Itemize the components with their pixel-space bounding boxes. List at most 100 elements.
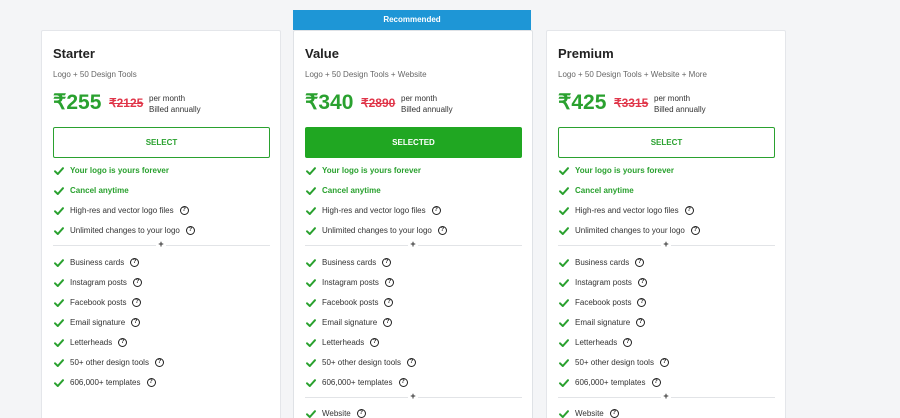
plus-icon: + xyxy=(408,239,418,249)
help-icon[interactable]: ? xyxy=(179,205,189,215)
plan-card-starter: Starter Logo + 50 Design Tools ₹255 ₹2125… xyxy=(41,30,281,418)
tool-item: 50+ other design tools ? xyxy=(305,355,416,369)
tool-label: 50+ other design tools xyxy=(70,357,149,367)
help-icon[interactable]: ? xyxy=(131,317,141,327)
check-icon xyxy=(53,164,65,176)
check-icon xyxy=(53,224,65,236)
help-icon[interactable]: ? xyxy=(406,357,416,367)
plan-subtitle: Logo + 50 Design Tools + Website xyxy=(305,70,427,79)
check-icon xyxy=(558,336,570,348)
tool-label: Letterheads xyxy=(575,337,618,347)
tool-item: Letterheads ? xyxy=(53,335,128,349)
help-icon[interactable]: ? xyxy=(384,297,394,307)
tool-item: Instagram posts ? xyxy=(305,275,394,289)
check-icon xyxy=(558,276,570,288)
check-icon xyxy=(558,407,570,418)
check-icon xyxy=(305,356,317,368)
plus-icon: + xyxy=(661,391,671,401)
help-icon[interactable]: ? xyxy=(185,225,195,235)
tool-item: Instagram posts ? xyxy=(53,275,142,289)
check-icon xyxy=(558,356,570,368)
tool-label: Instagram posts xyxy=(322,277,379,287)
tool-item: 606,000+ templates ? xyxy=(53,375,156,389)
check-icon xyxy=(305,164,317,176)
extra-item: Website ? xyxy=(305,406,366,418)
feature-item: Your logo is yours forever xyxy=(53,163,169,177)
help-icon[interactable]: ? xyxy=(684,205,694,215)
help-icon[interactable]: ? xyxy=(637,277,647,287)
help-icon[interactable]: ? xyxy=(384,277,394,287)
feature-item: Cancel anytime xyxy=(53,183,129,197)
help-icon[interactable]: ? xyxy=(637,297,647,307)
help-icon[interactable]: ? xyxy=(130,257,140,267)
tool-item: Business cards ? xyxy=(305,255,392,269)
help-icon[interactable]: ? xyxy=(623,337,633,347)
help-icon[interactable]: ? xyxy=(636,317,646,327)
check-icon xyxy=(558,224,570,236)
extra-label: Website xyxy=(575,408,604,418)
feature-label: Cancel anytime xyxy=(322,185,381,195)
check-icon xyxy=(53,204,65,216)
tool-label: Email signature xyxy=(575,317,631,327)
billed-annually-label: Billed annually xyxy=(654,105,706,114)
help-icon[interactable]: ? xyxy=(132,277,142,287)
per-month-label: per month xyxy=(401,94,438,103)
check-icon xyxy=(558,316,570,328)
help-icon[interactable]: ? xyxy=(659,357,669,367)
help-icon[interactable]: ? xyxy=(118,337,128,347)
check-icon xyxy=(305,204,317,216)
help-icon[interactable]: ? xyxy=(132,297,142,307)
feature-label: Cancel anytime xyxy=(70,185,129,195)
help-icon[interactable]: ? xyxy=(431,205,441,215)
help-icon[interactable]: ? xyxy=(437,225,447,235)
tool-label: Facebook posts xyxy=(575,297,632,307)
select-button[interactable]: SELECT xyxy=(558,127,775,158)
check-icon xyxy=(558,204,570,216)
price-row: ₹425 ₹3315 per month Billed annually xyxy=(558,91,788,115)
feature-item: High-res and vector logo files ? xyxy=(305,203,441,217)
feature-label: Unlimited changes to your logo xyxy=(70,225,180,235)
plus-icon: + xyxy=(408,391,418,401)
current-price: ₹340 xyxy=(305,91,354,114)
extra-label: Website xyxy=(322,408,351,418)
feature-label: Your logo is yours forever xyxy=(575,165,674,175)
plus-icon: + xyxy=(156,239,166,249)
selected-button[interactable]: SELECTED xyxy=(305,127,522,158)
check-icon xyxy=(558,256,570,268)
tool-item: Business cards ? xyxy=(558,255,645,269)
help-icon[interactable]: ? xyxy=(146,377,156,387)
feature-item: Unlimited changes to your logo ? xyxy=(305,223,447,237)
tool-label: 606,000+ templates xyxy=(70,377,141,387)
tool-label: Letterheads xyxy=(322,337,365,347)
feature-item: High-res and vector logo files ? xyxy=(558,203,694,217)
plan-card-value: Value Logo + 50 Design Tools + Website ₹3… xyxy=(293,30,533,418)
per-month-label: per month xyxy=(654,94,691,103)
help-icon[interactable]: ? xyxy=(370,337,380,347)
help-icon[interactable]: ? xyxy=(635,257,645,267)
tool-label: Letterheads xyxy=(70,337,113,347)
tool-label: Email signature xyxy=(322,317,378,327)
select-button[interactable]: SELECT xyxy=(53,127,270,158)
tool-label: Business cards xyxy=(70,257,125,267)
check-icon xyxy=(305,256,317,268)
tool-item: 50+ other design tools ? xyxy=(53,355,164,369)
help-icon[interactable]: ? xyxy=(609,408,619,418)
help-icon[interactable]: ? xyxy=(398,377,408,387)
check-icon xyxy=(305,296,317,308)
help-icon[interactable]: ? xyxy=(651,377,661,387)
help-icon[interactable]: ? xyxy=(356,408,366,418)
recommended-ribbon: Recommended xyxy=(293,10,531,30)
check-icon xyxy=(305,316,317,328)
tool-item: Email signature ? xyxy=(53,315,141,329)
billed-annually-label: Billed annually xyxy=(149,105,201,114)
help-icon[interactable]: ? xyxy=(383,317,393,327)
help-icon[interactable]: ? xyxy=(382,257,392,267)
tool-label: 606,000+ templates xyxy=(575,377,646,387)
help-icon[interactable]: ? xyxy=(154,357,164,367)
tool-item: Business cards ? xyxy=(53,255,140,269)
check-icon xyxy=(305,376,317,388)
check-icon xyxy=(53,184,65,196)
help-icon[interactable]: ? xyxy=(690,225,700,235)
tool-label: Business cards xyxy=(575,257,630,267)
original-price: ₹2890 xyxy=(361,96,396,110)
